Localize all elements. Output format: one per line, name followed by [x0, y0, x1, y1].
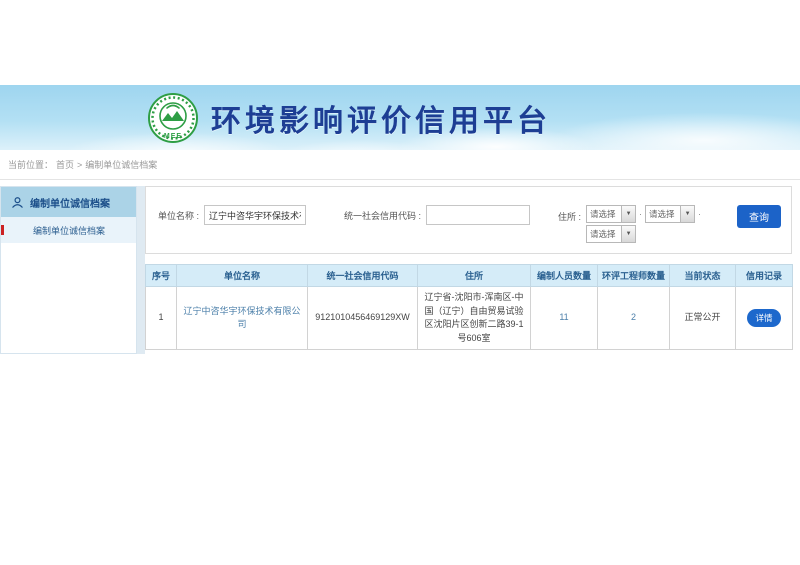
col-status: 当前状态 — [670, 265, 736, 287]
table-header-row: 序号 单位名称 统一社会信用代码 住所 编制人员数量 环评工程师数量 当前状态 … — [146, 265, 793, 287]
divider-strip — [137, 186, 145, 354]
table-row: 1 辽宁中咨华宇环保技术有限公司 9121010456469129XW 辽宁省-… — [146, 287, 793, 350]
search-form: 单位名称 : 统一社会信用代码 : 住所 : 请选择 ▼ — [145, 186, 792, 254]
main-panel: 单位名称 : 统一社会信用代码 : 住所 : 请选择 ▼ — [145, 186, 800, 354]
address-value: 辽宁省-沈阳市-浑南区-中国（辽宁）自由贸易试验区沈阳片区创新二路39-1号60… — [418, 287, 531, 350]
col-engineer-count: 环评工程师数量 — [598, 265, 670, 287]
credit-code-field: 统一社会信用代码 : — [344, 205, 530, 225]
district-select[interactable]: 请选择 ▼ — [586, 225, 636, 243]
sidebar-item-credit-archive[interactable]: 编制单位诚信档案 — [1, 217, 136, 243]
select-separator: · — [698, 209, 701, 219]
sidebar-header[interactable]: 编制单位诚信档案 — [1, 187, 136, 217]
sidebar-header-label: 编制单位诚信档案 — [30, 195, 110, 210]
site-banner: MEE 环境影响评价信用平台 — [0, 85, 800, 150]
row-index: 1 — [146, 287, 177, 350]
address-label: 住所 : — [558, 210, 581, 223]
active-marker — [1, 225, 4, 235]
col-index: 序号 — [146, 265, 177, 287]
user-icon — [11, 196, 24, 209]
detail-button[interactable]: 详情 — [747, 309, 780, 327]
results-table: 序号 单位名称 统一社会信用代码 住所 编制人员数量 环评工程师数量 当前状态 … — [145, 264, 793, 350]
chevron-down-icon: ▼ — [680, 206, 694, 222]
mee-logo-text: MEE — [164, 133, 182, 140]
breadcrumb-label: 当前位置： — [8, 158, 53, 171]
sidebar: 编制单位诚信档案 编制单位诚信档案 — [0, 186, 137, 354]
address-selects: 请选择 ▼ · 请选择 ▼ · 请选择 — [586, 205, 704, 243]
credit-code-value: 9121010456469129XW — [308, 287, 418, 350]
credit-code-label: 统一社会信用代码 : — [344, 209, 421, 222]
engineer-count-link[interactable]: 2 — [631, 312, 636, 322]
unit-name-label: 单位名称 : — [158, 209, 199, 222]
unit-name-field: 单位名称 : — [158, 205, 306, 225]
chevron-down-icon: ▼ — [621, 226, 635, 242]
province-select[interactable]: 请选择 ▼ — [586, 205, 636, 223]
select-separator: · — [639, 209, 642, 219]
col-unit-name: 单位名称 — [177, 265, 308, 287]
content-area: 编制单位诚信档案 编制单位诚信档案 单位名称 : 统一社会信用代码 : — [0, 186, 800, 354]
staff-count-link[interactable]: 11 — [559, 312, 568, 322]
col-address: 住所 — [418, 265, 531, 287]
col-credit-record: 信用记录 — [736, 265, 793, 287]
sidebar-item-label: 编制单位诚信档案 — [33, 224, 105, 237]
breadcrumb: 当前位置： 首页 > 编制单位诚信档案 — [0, 150, 800, 180]
credit-code-input[interactable] — [426, 205, 530, 225]
top-spacer — [0, 0, 800, 85]
status-value: 正常公开 — [670, 287, 736, 350]
page: MEE 环境影响评价信用平台 当前位置： 首页 > 编制单位诚信档案 编制单位诚… — [0, 0, 800, 565]
breadcrumb-home-link[interactable]: 首页 — [56, 158, 74, 171]
query-button[interactable]: 查询 — [737, 205, 781, 228]
mee-logo-icon: MEE — [147, 92, 199, 144]
breadcrumb-separator: > — [77, 160, 82, 170]
breadcrumb-current: 编制单位诚信档案 — [85, 158, 157, 171]
unit-name-input[interactable] — [204, 205, 306, 225]
unit-name-link[interactable]: 辽宁中咨华宇环保技术有限公司 — [183, 306, 300, 330]
col-credit-code: 统一社会信用代码 — [308, 265, 418, 287]
address-field: 住所 : 请选择 ▼ · 请选择 ▼ · — [558, 205, 704, 243]
city-select[interactable]: 请选择 ▼ — [645, 205, 695, 223]
col-staff-count: 编制人员数量 — [531, 265, 598, 287]
site-title: 环境影响评价信用平台 — [211, 96, 551, 140]
chevron-down-icon: ▼ — [621, 206, 635, 222]
